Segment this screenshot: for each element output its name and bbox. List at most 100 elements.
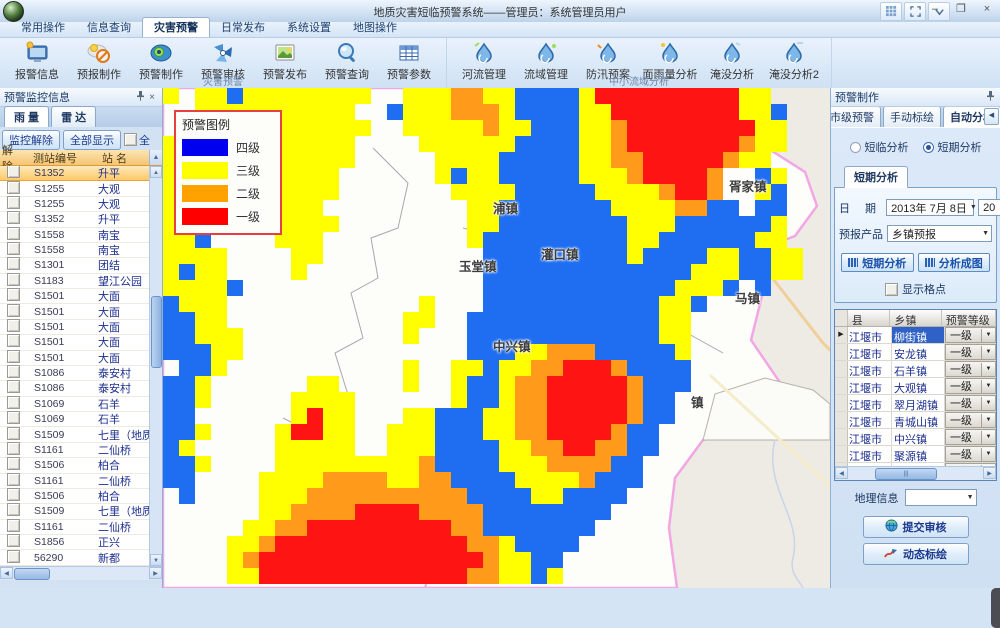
town-warning-row[interactable]: 江堰市灌口镇一级▼	[835, 480, 996, 481]
column-header-站名[interactable]: 站 名	[98, 150, 149, 166]
table-row[interactable]: S1161二仙桥	[0, 520, 162, 535]
release-checkbox[interactable]	[7, 534, 20, 547]
scroll-left-icon[interactable]: ◀	[0, 567, 13, 579]
table-row[interactable]: S1501大面	[0, 351, 162, 366]
warning-level-combo[interactable]: 一级▼	[945, 395, 996, 411]
table-row[interactable]: S1558南宝	[0, 243, 162, 258]
release-checkbox[interactable]	[7, 411, 20, 424]
hscroll-thumb[interactable]	[14, 568, 50, 580]
chevron-down-icon[interactable]: ▼	[981, 346, 995, 359]
town-cell[interactable]: 柳街镇	[892, 327, 945, 343]
town-cell[interactable]: 翠月湖镇	[892, 395, 945, 411]
table-row[interactable]: S1255大观	[0, 197, 162, 212]
release-checkbox[interactable]	[7, 196, 20, 209]
release-checkbox[interactable]	[7, 396, 20, 409]
table-row[interactable]: S1069石羊	[0, 397, 162, 412]
tab-雷达[interactable]: 雷 达	[51, 106, 96, 127]
table-row[interactable]: S1352升平	[0, 166, 162, 181]
release-checkbox[interactable]	[7, 550, 20, 563]
monitor-hscrollbar[interactable]: ◀ ▶	[0, 566, 162, 580]
vscroll-thumb[interactable]	[151, 296, 162, 368]
scroll-up-icon[interactable]: ▲	[149, 150, 162, 165]
show-gridpoints-control[interactable]: 显示格点	[839, 281, 992, 297]
analysis-to-map-button[interactable]: 分析成图	[918, 253, 991, 272]
scroll-left-icon[interactable]: ◀	[835, 467, 848, 479]
town-cell[interactable]: 青城山镇	[892, 412, 945, 428]
release-checkbox[interactable]	[7, 181, 20, 194]
tab-市级预警[interactable]: 市级预警	[831, 107, 881, 127]
chevron-down-icon[interactable]: ▼	[981, 414, 995, 427]
scroll-down-icon[interactable]: ▼	[150, 554, 162, 566]
table-row[interactable]: S1856正兴	[0, 535, 162, 550]
release-checkbox[interactable]	[7, 457, 20, 470]
table-row[interactable]: S1086泰安村	[0, 366, 162, 381]
table-row[interactable]: S1506柏合	[0, 458, 162, 473]
show-all-button[interactable]: 全部显示	[63, 130, 121, 150]
table-row[interactable]: S1501大面	[0, 304, 162, 319]
town-warning-row[interactable]: 江堰市安龙镇一级▼	[835, 344, 996, 361]
release-checkbox[interactable]	[7, 488, 20, 501]
table-row[interactable]: S1161二仙桥	[0, 443, 162, 458]
pin-icon[interactable]	[984, 91, 996, 104]
table-row[interactable]: S1255大观	[0, 181, 162, 196]
chevron-down-icon[interactable]: ▼	[981, 431, 995, 444]
release-checkbox[interactable]	[7, 273, 20, 286]
table-row[interactable]: S1352升平	[0, 212, 162, 227]
hour-combo[interactable]: 20 ▼	[978, 199, 1000, 216]
release-checkbox[interactable]	[7, 380, 20, 393]
release-checkbox[interactable]	[7, 473, 20, 486]
menu-item-系统设置[interactable]: 系统设置	[276, 18, 342, 37]
map-viewport[interactable]: 浦镇胥家镇灌口镇玉堂镇中兴镇马镇镇 预警图例 四级三级二级一级	[163, 88, 830, 588]
release-checkbox[interactable]	[7, 227, 20, 240]
release-checkbox[interactable]	[7, 350, 20, 363]
release-checkbox[interactable]	[7, 427, 20, 440]
warning-level-combo[interactable]: 一级▼	[945, 429, 996, 445]
chevron-down-icon[interactable]: ▼	[981, 380, 995, 393]
scroll-right-icon[interactable]: ▶	[149, 567, 162, 579]
tab-雨量[interactable]: 雨 量	[4, 106, 49, 127]
radio-短期分析[interactable]: 短期分析	[923, 139, 982, 155]
town-cell[interactable]: 石羊镇	[892, 361, 945, 377]
release-checkbox[interactable]	[7, 319, 20, 332]
release-checkbox[interactable]	[7, 166, 20, 178]
menu-item-日常发布[interactable]: 日常发布	[210, 18, 276, 37]
monitor-vscrollbar[interactable]: ▲▼	[149, 166, 162, 566]
town-warning-row[interactable]: 江堰市中兴镇一级▼	[835, 429, 996, 446]
release-checkbox[interactable]	[7, 242, 20, 255]
release-checkbox[interactable]	[7, 257, 20, 270]
chevron-down-icon[interactable]: ▼	[981, 448, 995, 461]
column-header-乡镇[interactable]: 乡镇	[890, 310, 941, 326]
tab-scroll-left-button[interactable]: ◀	[984, 108, 999, 125]
warning-level-combo[interactable]: 一级▼	[945, 412, 996, 428]
table-row[interactable]: S1506柏合	[0, 489, 162, 504]
table-row[interactable]: S1501大面	[0, 335, 162, 350]
submit-review-button[interactable]: 提交审核	[863, 516, 969, 538]
table-row[interactable]: S1301团结	[0, 258, 162, 273]
dynamic-draw-button[interactable]: 动态标绘	[863, 543, 969, 565]
chevron-down-icon[interactable]: ▼	[981, 363, 995, 376]
menu-item-常用操作[interactable]: 常用操作	[10, 18, 76, 37]
chevron-down-icon[interactable]: ▼	[967, 204, 977, 211]
town-cell[interactable]: 中兴镇	[892, 429, 945, 445]
warning-level-combo[interactable]: 一级▼	[945, 327, 996, 343]
town-warning-row[interactable]: 江堰市聚源镇一级▼	[835, 446, 996, 463]
select-all-control[interactable]: 全	[124, 132, 150, 148]
table-row[interactable]: S1509七里（地质灾	[0, 427, 162, 442]
town-cell[interactable]: 聚源镇	[892, 446, 945, 462]
release-checkbox[interactable]	[7, 334, 20, 347]
show-gridpoints-checkbox[interactable]	[885, 283, 898, 296]
menu-item-信息查询[interactable]: 信息查询	[76, 18, 142, 37]
town-warning-row[interactable]: 江堰市大观镇一级▼	[835, 378, 996, 395]
run-analysis-button[interactable]: 短期分析	[841, 253, 914, 272]
town-warning-row[interactable]: 江堰市青城山镇一级▼	[835, 412, 996, 429]
scroll-right-icon[interactable]: ▶	[983, 467, 996, 479]
release-checkbox[interactable]	[7, 304, 20, 317]
release-checkbox[interactable]	[7, 519, 20, 532]
warning-level-combo[interactable]: 一级▼	[945, 344, 996, 360]
table-row[interactable]: S1501大面	[0, 320, 162, 335]
date-combo[interactable]: 2013年 7月 8日 ▼	[886, 199, 974, 216]
panel-flap-handle[interactable]	[991, 588, 1000, 628]
release-checkbox[interactable]	[7, 503, 20, 516]
town-cell[interactable]: 灌口镇	[892, 480, 945, 481]
warning-level-combo[interactable]: 一级▼	[945, 446, 996, 462]
